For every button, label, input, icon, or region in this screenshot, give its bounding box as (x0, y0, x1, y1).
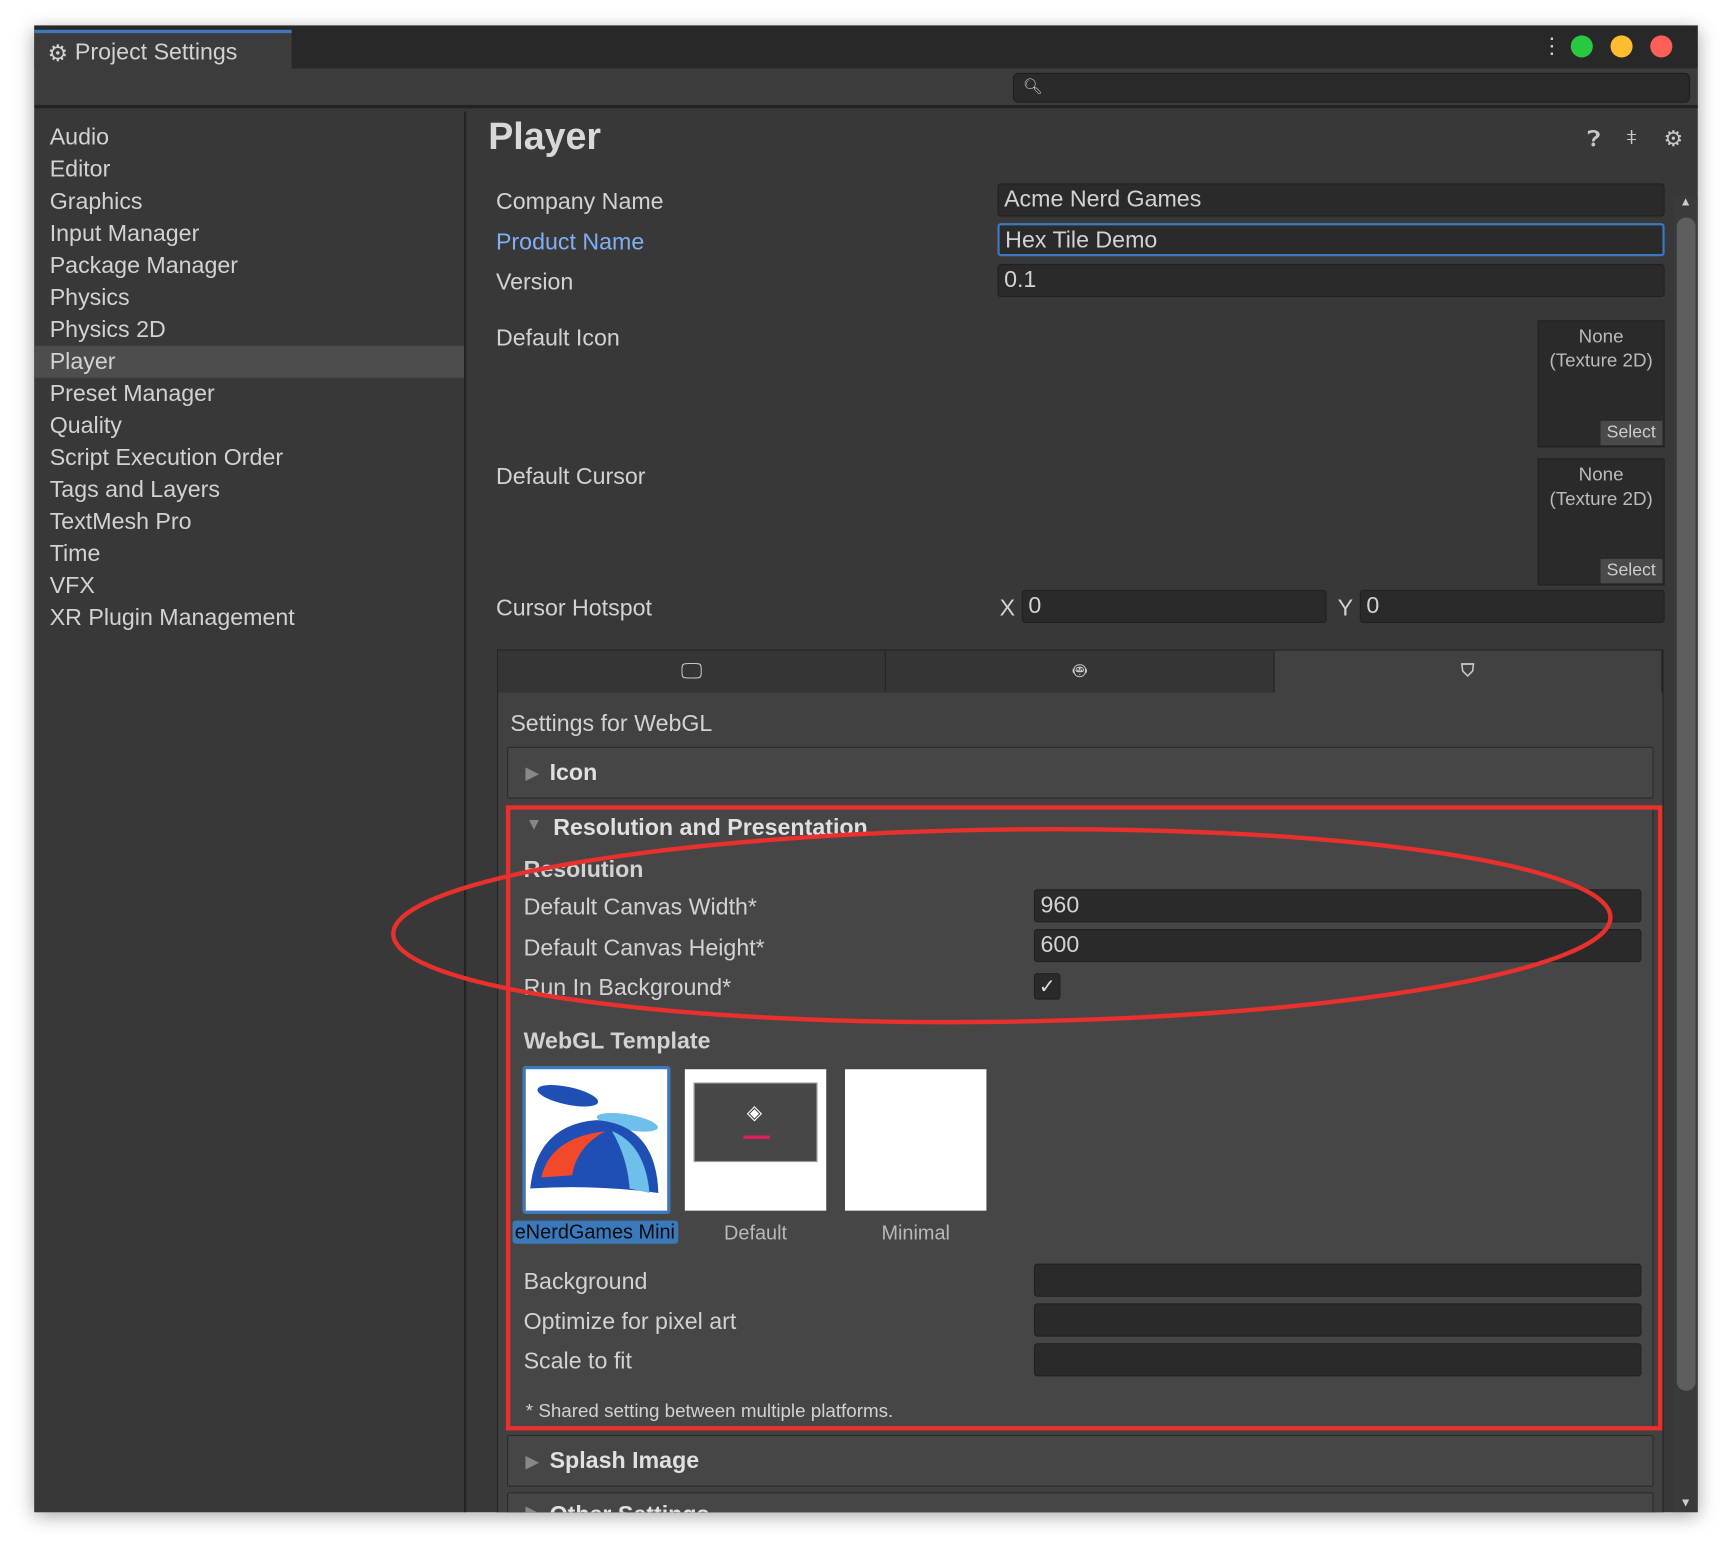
red-annotation-overlay (391, 805, 1663, 1431)
annotation-ellipse (391, 826, 1613, 1025)
annotation-rectangle (505, 805, 1663, 1431)
